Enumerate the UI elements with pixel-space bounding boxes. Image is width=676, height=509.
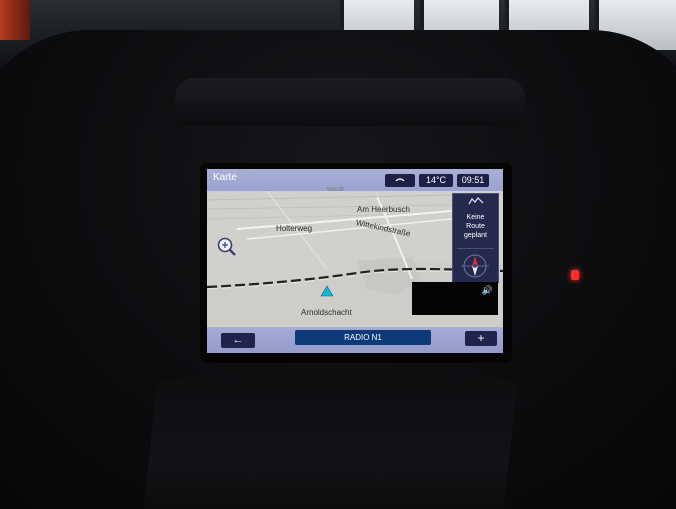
- navigation-screen: Karte 14°C 09:51 WEG/B Am Heerbusch Witt…: [207, 169, 503, 353]
- back-button[interactable]: ←: [221, 333, 255, 348]
- map-label-holterweg: Holterweg: [276, 224, 313, 233]
- status-bar: Karte 14°C 09:51: [207, 169, 503, 191]
- map-label-small-road: WEG/B: [327, 187, 344, 193]
- speaker-icon[interactable]: 🔊: [482, 285, 493, 296]
- audio-info-box[interactable]: 🔊: [412, 282, 498, 315]
- vehicle-position-marker: [320, 284, 334, 297]
- phone-button[interactable]: [385, 174, 415, 187]
- magnifier-zoom-icon: [217, 237, 236, 256]
- route-status-line: Route: [466, 223, 485, 230]
- temperature-badge: 14°C: [419, 174, 453, 187]
- compass-icon: [461, 254, 489, 278]
- left-pillar: [0, 0, 30, 40]
- route-icon: [453, 196, 498, 210]
- red-indicator-light: [571, 270, 579, 280]
- screen-hood: [175, 78, 525, 126]
- plus-button[interactable]: +: [465, 331, 497, 346]
- map-label-am-heerbusch: Am Heerbusch: [357, 205, 410, 214]
- route-panel[interactable]: Keine Route geplant: [452, 193, 499, 283]
- bottom-bar: ← RADIO N1 +: [207, 327, 503, 353]
- map-label-arnoldschacht: Arnoldschacht: [301, 308, 352, 317]
- center-console: [142, 380, 518, 509]
- route-status-text: Keine Route geplant: [455, 213, 496, 240]
- route-status-line: geplant: [464, 232, 487, 239]
- phone-icon: [395, 178, 405, 182]
- screen-title: Karte: [213, 172, 237, 183]
- clock-badge: 09:51: [457, 174, 489, 187]
- route-status-line: Keine: [466, 214, 485, 221]
- navigation-arrow-icon: [320, 285, 334, 297]
- car-interior-photo: Karte 14°C 09:51 WEG/B Am Heerbusch Witt…: [0, 0, 676, 509]
- radio-source-button[interactable]: RADIO N1: [295, 330, 431, 345]
- compass-widget[interactable]: [457, 248, 494, 281]
- zoom-button[interactable]: [216, 236, 238, 258]
